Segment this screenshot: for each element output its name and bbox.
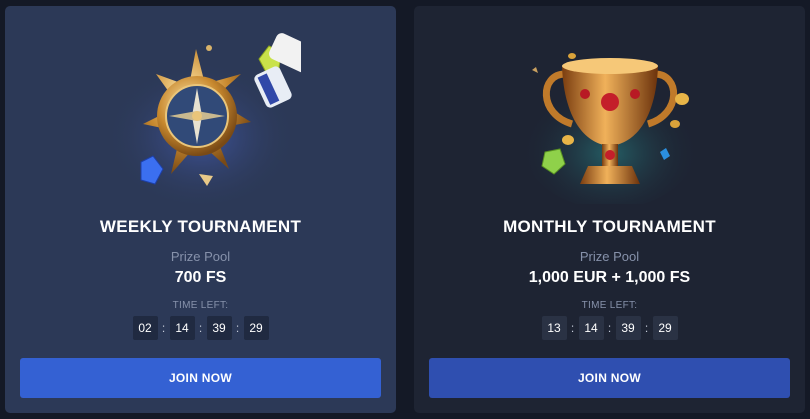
- prize-pool-label: Prize Pool: [579, 249, 640, 264]
- monthly-tournament-card: MONTHLY TOURNAMENT Prize Pool 1,000 EUR …: [414, 6, 805, 413]
- prize-pool-label: Prize Pool: [170, 249, 231, 264]
- countdown-timer: 02 : 14 : 39 : 29: [5, 316, 396, 340]
- timer-hours: 14: [578, 316, 604, 340]
- timer-separator: :: [644, 321, 649, 335]
- trophy-icon: [510, 24, 710, 204]
- prize-pool-value: 700 FS: [174, 269, 227, 286]
- tournament-title: WEEKLY TOURNAMENT: [99, 217, 302, 236]
- tournament-title: MONTHLY TOURNAMENT: [503, 217, 716, 236]
- timer-minutes: 39: [206, 316, 232, 340]
- timer-minutes: 39: [615, 316, 641, 340]
- timer-days: 13: [541, 316, 567, 340]
- join-now-button[interactable]: JOIN NOW: [429, 358, 790, 398]
- compass-icon: [101, 24, 301, 204]
- prize-pool-value: 1,000 EUR + 1,000 FS: [528, 269, 691, 286]
- timer-days: 02: [132, 316, 158, 340]
- timer-separator: :: [161, 321, 166, 335]
- timer-separator: :: [570, 321, 575, 335]
- countdown-timer: 13 : 14 : 39 : 29: [414, 316, 805, 340]
- timer-separator: :: [235, 321, 240, 335]
- weekly-tournament-card: WEEKLY TOURNAMENT Prize Pool 700 FS TIME…: [5, 6, 396, 413]
- timer-hours: 14: [169, 316, 195, 340]
- time-left-label: TIME LEFT:: [581, 300, 638, 311]
- timer-seconds: 29: [652, 316, 678, 340]
- timer-separator: :: [607, 321, 612, 335]
- time-left-label: TIME LEFT:: [172, 300, 229, 311]
- timer-separator: :: [198, 321, 203, 335]
- join-now-button[interactable]: JOIN NOW: [20, 358, 381, 398]
- timer-seconds: 29: [243, 316, 269, 340]
